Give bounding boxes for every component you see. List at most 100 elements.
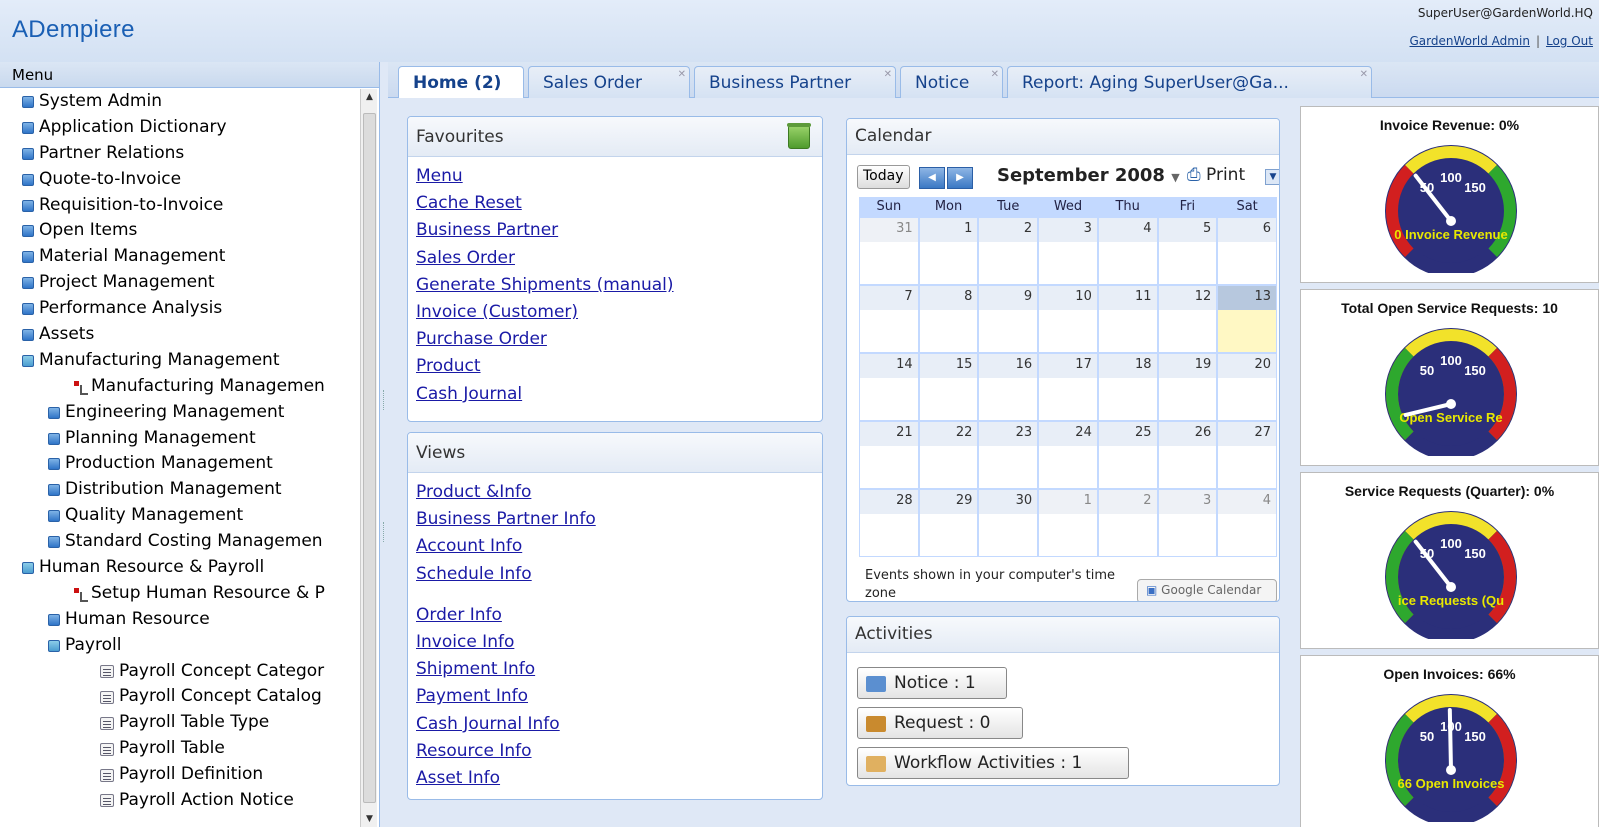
calendar-day-cell[interactable]: 28 <box>859 489 919 557</box>
view-link[interactable]: Shipment Info <box>416 656 814 683</box>
menu-item[interactable]: Manufacturing Management <box>0 348 360 374</box>
menu-scrollbar[interactable]: ▲ ▼ <box>360 89 377 827</box>
tab-2[interactable]: Business Partner ✕ <box>694 66 896 98</box>
calendar-day-cell[interactable]: 15 <box>918 353 979 421</box>
scroll-up-arrow[interactable]: ▲ <box>361 89 378 105</box>
role-link[interactable]: GardenWorld Admin <box>1410 34 1530 48</box>
prev-month-button[interactable]: ◀ <box>919 167 945 189</box>
menu-item[interactable]: Payroll Definition <box>0 762 360 788</box>
view-link[interactable]: Order Info <box>416 602 814 629</box>
calendar-today-cell[interactable]: 13 <box>1217 285 1277 353</box>
favourite-link[interactable]: Business Partner <box>416 217 814 244</box>
calendar-day-cell[interactable]: 14 <box>859 353 919 421</box>
panel-splitter[interactable] <box>380 62 388 827</box>
menu-item[interactable]: Performance Analysis <box>0 296 360 322</box>
calendar-day-cell[interactable]: 4 <box>1217 489 1277 557</box>
calendar-day-cell[interactable]: 11 <box>1097 285 1158 353</box>
view-link[interactable]: Payment Info <box>416 683 814 710</box>
month-selector[interactable]: September 2008 ▼ <box>997 165 1180 186</box>
menu-item[interactable]: Project Management <box>0 270 360 296</box>
menu-item[interactable]: Payroll Concept Catalog <box>0 684 360 710</box>
calendar-day-cell[interactable]: 20 <box>1217 353 1277 421</box>
menu-item[interactable]: Standard Costing Managemen <box>0 529 360 555</box>
view-link[interactable]: Product &Info <box>416 479 814 506</box>
menu-item[interactable]: Human Resource <box>0 607 360 633</box>
menu-item[interactable]: Requisition-to-Invoice <box>0 193 360 219</box>
print-button[interactable]: ⎙ Print <box>1187 165 1245 185</box>
calendar-day-cell[interactable]: 22 <box>918 421 979 489</box>
favourite-link[interactable]: Generate Shipments (manual) <box>416 272 814 299</box>
gauge-panel[interactable]: Open Invoices: 66%5010015066 Open Invoic… <box>1300 655 1599 827</box>
menu-item[interactable]: Production Management <box>0 451 360 477</box>
favourite-link[interactable]: Cache Reset <box>416 190 814 217</box>
view-link[interactable]: Schedule Info <box>416 561 814 588</box>
favourite-link[interactable]: Product <box>416 353 814 380</box>
calendar-day-cell[interactable]: 10 <box>1038 285 1098 353</box>
scroll-thumb[interactable] <box>363 113 376 803</box>
menu-item[interactable]: Distribution Management <box>0 477 360 503</box>
logout-link[interactable]: Log Out <box>1546 34 1593 48</box>
gauge-panel[interactable]: Invoice Revenue: 0%501001500 Invoice Rev… <box>1300 106 1599 283</box>
tab-3[interactable]: Notice ✕ <box>900 66 1003 98</box>
calendar-day-cell[interactable]: 7 <box>859 285 919 353</box>
calendar-day-cell[interactable]: 5 <box>1157 217 1218 285</box>
close-tab-icon[interactable]: ✕ <box>1360 69 1368 80</box>
menu-item[interactable]: Payroll Table Type <box>0 710 360 736</box>
view-link[interactable]: Asset Info <box>416 765 814 792</box>
menu-item[interactable]: Application Dictionary <box>0 115 360 141</box>
menu-item[interactable]: Quote-to-Invoice <box>0 167 360 193</box>
calendar-day-cell[interactable]: 17 <box>1038 353 1098 421</box>
activity-button[interactable]: Request : 0 <box>857 707 1023 739</box>
calendar-day-cell[interactable]: 29 <box>918 489 979 557</box>
print-dropdown[interactable]: ▼ <box>1265 169 1279 185</box>
calendar-day-cell[interactable]: 9 <box>978 285 1039 353</box>
view-link[interactable]: Resource Info <box>416 738 814 765</box>
calendar-day-cell[interactable]: 23 <box>978 421 1039 489</box>
next-month-button[interactable]: ▶ <box>947 167 973 189</box>
gauge-panel[interactable]: Service Requests (Quarter): 0%50100150ic… <box>1300 472 1599 649</box>
activity-button[interactable]: Workflow Activities : 1 <box>857 747 1129 779</box>
calendar-day-cell[interactable]: 6 <box>1217 217 1277 285</box>
close-tab-icon[interactable]: ✕ <box>678 69 686 80</box>
favourite-link[interactable]: Menu <box>416 163 814 190</box>
favourite-link[interactable]: Purchase Order <box>416 326 814 353</box>
menu-item[interactable]: Planning Management <box>0 426 360 452</box>
google-calendar-badge[interactable]: ▣ Google Calendar <box>1137 579 1277 601</box>
view-link[interactable]: Invoice Info <box>416 629 814 656</box>
calendar-day-cell[interactable]: 30 <box>978 489 1039 557</box>
view-link[interactable]: Cash Journal Info <box>416 711 814 738</box>
favourite-link[interactable]: Cash Journal <box>416 381 814 408</box>
calendar-day-cell[interactable]: 16 <box>978 353 1039 421</box>
calendar-day-cell[interactable]: 21 <box>859 421 919 489</box>
menu-item[interactable]: Open Items <box>0 218 360 244</box>
calendar-day-cell[interactable]: 24 <box>1038 421 1098 489</box>
calendar-day-cell[interactable]: 8 <box>918 285 979 353</box>
menu-item[interactable]: Quality Management <box>0 503 360 529</box>
menu-item[interactable]: Assets <box>0 322 360 348</box>
calendar-day-cell[interactable]: 18 <box>1097 353 1158 421</box>
menu-item[interactable]: Setup Human Resource & P <box>0 581 360 607</box>
view-link[interactable]: Business Partner Info <box>416 506 814 533</box>
menu-item[interactable]: Engineering Management <box>0 400 360 426</box>
calendar-day-cell[interactable]: 12 <box>1157 285 1218 353</box>
calendar-day-cell[interactable]: 1 <box>918 217 979 285</box>
menu-item[interactable]: Payroll <box>0 633 360 659</box>
close-tab-icon[interactable]: ✕ <box>884 69 892 80</box>
recycle-bin-icon[interactable] <box>787 123 811 149</box>
calendar-day-cell[interactable]: 19 <box>1157 353 1218 421</box>
calendar-day-cell[interactable]: 3 <box>1157 489 1218 557</box>
close-tab-icon[interactable]: ✕ <box>991 69 999 80</box>
menu-item[interactable]: System Admin <box>0 89 360 115</box>
calendar-day-cell[interactable]: 26 <box>1157 421 1218 489</box>
calendar-day-cell[interactable]: 3 <box>1038 217 1098 285</box>
menu-item[interactable]: Payroll Concept Categor <box>0 659 360 685</box>
gauge-panel[interactable]: Total Open Service Requests: 10 50 100 150 O… <box>1300 289 1599 466</box>
calendar-day-cell[interactable]: 25 <box>1097 421 1158 489</box>
tab-0[interactable]: Home (2) <box>398 66 524 99</box>
menu-item[interactable]: Material Management <box>0 244 360 270</box>
menu-item[interactable]: Payroll Action Notice <box>0 788 360 814</box>
menu-item[interactable]: Partner Relations <box>0 141 360 167</box>
calendar-day-cell[interactable]: 1 <box>1038 489 1098 557</box>
calendar-day-cell[interactable]: 27 <box>1217 421 1277 489</box>
tab-1[interactable]: Sales Order ✕ <box>528 66 690 98</box>
